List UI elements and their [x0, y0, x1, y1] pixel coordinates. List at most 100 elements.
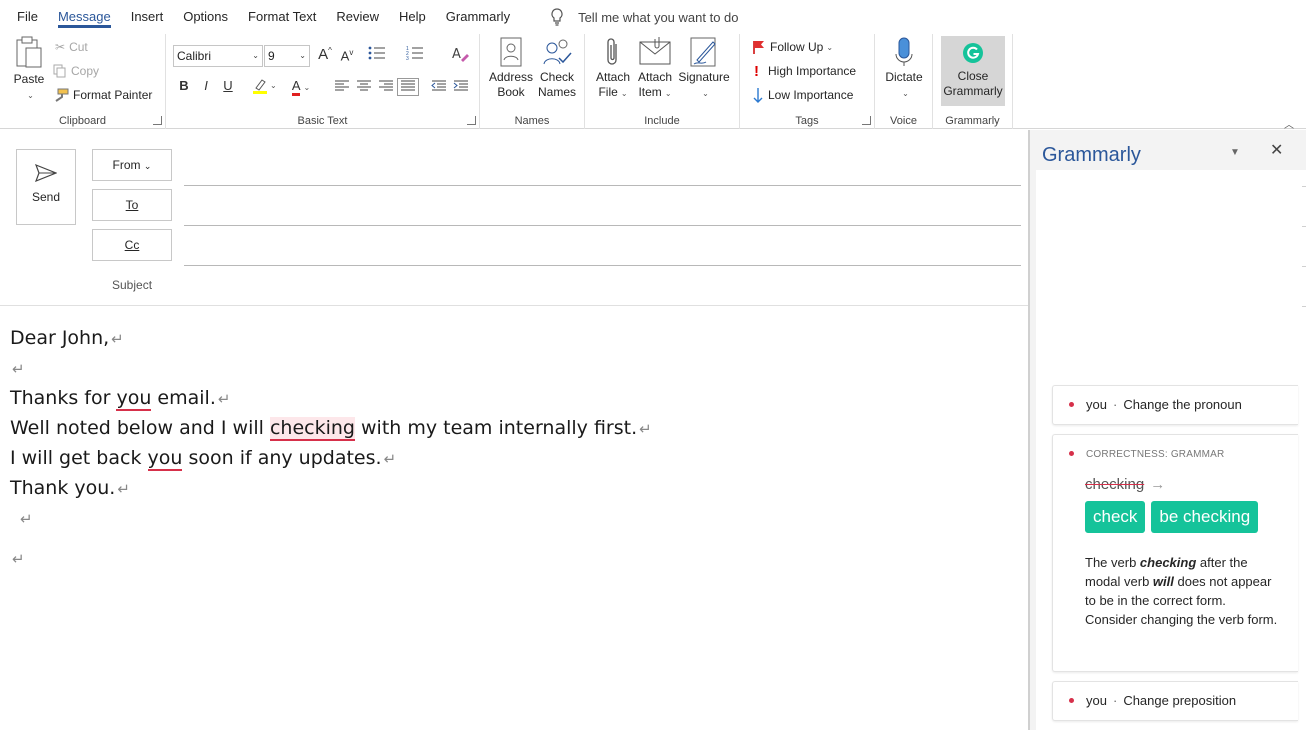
decrease-indent-button[interactable] — [428, 79, 450, 96]
align-left-button[interactable] — [331, 79, 353, 96]
body-text: Dear John, — [10, 327, 110, 349]
justify-icon — [401, 80, 415, 91]
suggestion-chip-check[interactable]: check — [1085, 501, 1146, 533]
body-text: with my team internally first. — [354, 417, 638, 439]
paragraph-mark: ↵ — [12, 360, 25, 378]
address-book-button[interactable]: Address Book — [488, 36, 534, 100]
shrink-font-button[interactable]: Av — [336, 48, 358, 63]
grammar-error-you-2[interactable]: you — [147, 447, 183, 471]
low-importance-button[interactable]: Low Importance — [752, 84, 853, 106]
tab-file[interactable]: File — [0, 0, 48, 34]
align-center-icon — [357, 80, 371, 91]
from-field-line[interactable] — [184, 185, 1021, 186]
arrow-right-icon: → — [1150, 476, 1166, 493]
body-line-7: ↵ — [10, 503, 652, 533]
group-names: Address Book Check Names Names — [480, 34, 585, 129]
font-color-button[interactable]: A ⌄ — [286, 78, 316, 96]
copy-icon — [53, 64, 66, 78]
high-importance-button[interactable]: ! High Importance — [754, 60, 856, 82]
check-names-button[interactable]: Check Names — [534, 36, 580, 100]
grow-font-button[interactable]: A^ — [314, 46, 336, 63]
signature-button[interactable]: Signature ⌄ — [677, 36, 731, 101]
message-body[interactable]: Dear John, ↵ ↵ Thanks for you email. ↵ Wel… — [10, 323, 652, 573]
close-grammarly-button[interactable]: Close Grammarly — [941, 36, 1005, 106]
tab-review[interactable]: Review — [326, 0, 389, 34]
bullets-button[interactable] — [366, 46, 388, 63]
chevron-down-icon: ⌄ — [143, 161, 152, 171]
from-button[interactable]: From ⌄ — [92, 149, 172, 181]
tab-format-text[interactable]: Format Text — [238, 0, 326, 34]
clear-formatting-button[interactable]: A — [450, 46, 472, 65]
follow-up-button[interactable]: Follow Up ⌄ — [752, 36, 833, 58]
separator-dot: · — [1112, 397, 1118, 412]
tell-me-search[interactable]: Tell me what you want to do — [550, 0, 739, 34]
separator-dot: · — [1112, 693, 1118, 708]
group-tags: Follow Up ⌄ ! High Importance Low Importa… — [740, 34, 875, 129]
to-field[interactable] — [184, 225, 1021, 226]
attach-item-button[interactable]: Attach Item ⌄ — [635, 36, 675, 101]
clipboard-launcher[interactable] — [153, 116, 162, 125]
close-grammarly-label-2: Grammarly — [943, 84, 1003, 98]
tab-help[interactable]: Help — [389, 0, 436, 34]
suggestion-chip-be-checking[interactable]: be checking — [1151, 501, 1259, 533]
address-book-icon — [500, 37, 522, 67]
justify-button[interactable] — [397, 78, 419, 96]
numbering-button[interactable]: 123 — [404, 46, 426, 63]
align-right-button[interactable] — [375, 79, 397, 96]
microphone-icon — [895, 37, 913, 66]
panel-options-icon[interactable]: ▼ — [1230, 147, 1240, 158]
tags-launcher[interactable] — [862, 116, 871, 125]
suggestion-card-preposition[interactable]: you · Change preposition — [1052, 681, 1298, 721]
suggestion-card-pronoun[interactable]: you · Change the pronoun — [1052, 385, 1298, 425]
suggestion-description: Change preposition — [1123, 693, 1237, 708]
close-icon[interactable]: ✕ — [1270, 140, 1283, 160]
copy-button[interactable]: Copy — [53, 60, 99, 82]
edge-mark — [1302, 266, 1306, 267]
underline-button[interactable]: U — [217, 78, 239, 93]
body-line-4: Well noted below and I will checking wit… — [10, 413, 652, 443]
grammar-error-checking[interactable]: checking — [269, 417, 355, 441]
tab-grammarly[interactable]: Grammarly — [436, 0, 520, 34]
scissors-icon: ✂ — [55, 40, 66, 54]
align-center-button[interactable] — [353, 79, 375, 96]
increase-indent-button[interactable] — [450, 79, 472, 96]
tell-me-text: Tell me what you want to do — [578, 9, 739, 25]
tab-options[interactable]: Options — [173, 0, 238, 34]
tab-message[interactable]: Message — [48, 0, 121, 34]
tab-insert[interactable]: Insert — [121, 0, 174, 34]
paste-button[interactable]: Paste ⌄ — [10, 36, 48, 103]
clear-formatting-icon: A — [452, 47, 469, 62]
ribbon-tabs: File Message Insert Options Format Text … — [0, 0, 1306, 34]
to-button[interactable]: To — [92, 189, 172, 221]
highlight-button[interactable]: ⌄ — [250, 78, 280, 97]
grammar-error-you[interactable]: you — [116, 387, 152, 411]
suggestion-description: Change the pronoun — [1123, 397, 1242, 412]
collapse-ribbon-icon[interactable]: ︿ — [1284, 116, 1294, 131]
font-size-combo[interactable]: 9 ⌄ — [264, 45, 310, 67]
bullets-icon — [368, 46, 385, 60]
attach-file-button[interactable]: Attach File ⌄ — [593, 36, 633, 101]
cc-button[interactable]: Cc — [92, 229, 172, 261]
font-name-combo[interactable]: Calibri ⌄ — [173, 45, 263, 67]
basic-text-launcher[interactable] — [467, 116, 476, 125]
error-dot — [1069, 402, 1074, 408]
clipboard-group-label: Clipboard — [58, 115, 107, 127]
edge-mark — [1302, 306, 1306, 307]
align-left-icon — [335, 80, 349, 91]
high-importance-label: High Importance — [768, 64, 857, 78]
format-painter-button[interactable]: Format Painter — [53, 84, 152, 106]
send-button[interactable]: Send — [16, 149, 76, 225]
body-text: Thanks for — [10, 387, 117, 409]
suggestion-card-grammar[interactable]: CORRECTNESS: GRAMMAR checking → check be … — [1052, 434, 1298, 672]
paintbrush-icon — [55, 88, 69, 102]
original-word-text: checking — [1085, 476, 1145, 493]
cc-field[interactable] — [184, 265, 1021, 266]
cut-button[interactable]: ✂ Cut — [55, 36, 88, 58]
bold-button[interactable]: B — [173, 78, 195, 93]
explanation-text: The verb — [1085, 555, 1140, 570]
italic-button[interactable]: I — [195, 78, 217, 93]
follow-up-label: Follow Up — [770, 40, 824, 54]
dictate-button[interactable]: Dictate ⌄ — [881, 36, 927, 101]
outlook-compose-window: File Message Insert Options Format Text … — [0, 0, 1306, 730]
font-color-letter: A — [291, 79, 301, 96]
